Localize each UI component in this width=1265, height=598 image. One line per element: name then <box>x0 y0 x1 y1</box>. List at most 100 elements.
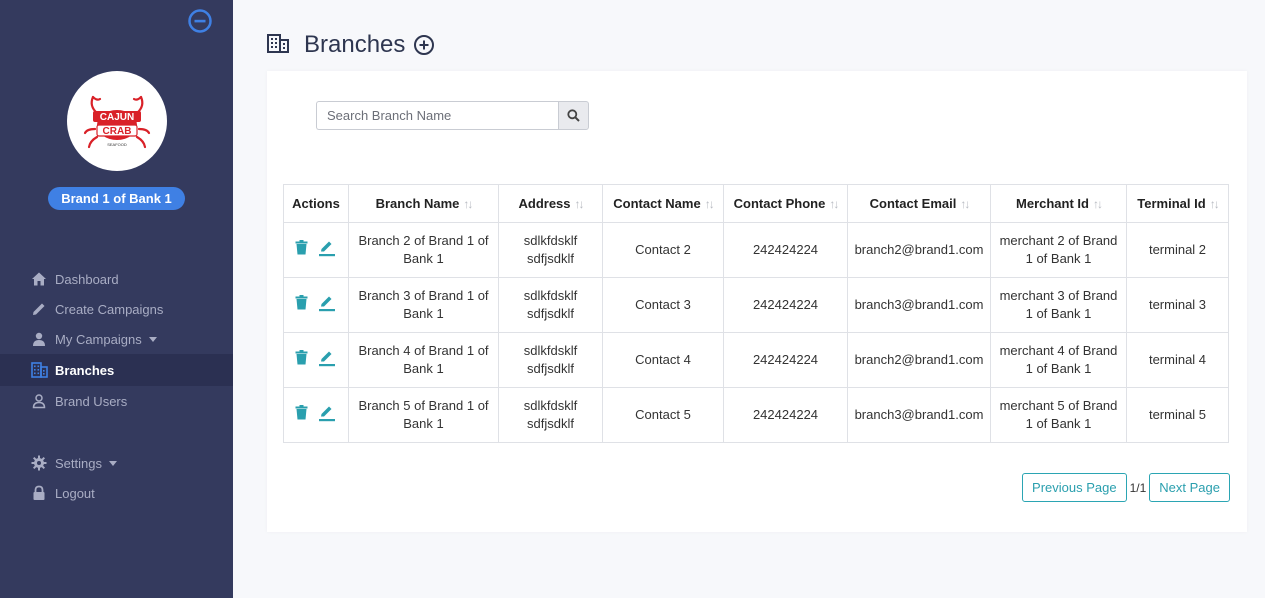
cell-terminal-id: terminal 5 <box>1126 387 1229 443</box>
sort-icon: ↑↓ <box>463 197 473 211</box>
table-row: Branch 5 of Brand 1 of Bank 1 sdlkfdsklf… <box>283 387 1229 443</box>
cell-terminal-id: terminal 4 <box>1126 332 1229 388</box>
cell-contact-name: Contact 3 <box>602 277 724 333</box>
cell-contact-phone: 242424224 <box>723 387 848 443</box>
search-input[interactable] <box>316 101 558 130</box>
cell-branch-name: Branch 3 of Brand 1 of Bank 1 <box>348 277 499 333</box>
row-actions <box>283 277 349 333</box>
row-actions <box>283 222 349 278</box>
nav-label-create-campaigns: Create Campaigns <box>55 301 164 317</box>
logo-text-bottom: CRAB <box>103 126 132 137</box>
edit-button[interactable] <box>318 404 336 427</box>
cell-contact-email: branch2@brand1.com <box>847 222 991 278</box>
edit-icon <box>318 351 335 366</box>
sidebar: CAJUN CRAB SEAFOOD Brand 1 of Bank 1 Das… <box>0 0 233 598</box>
cell-merchant-id: merchant 3 of Brand 1 of Bank 1 <box>990 277 1127 333</box>
page-title: Branches <box>304 31 406 58</box>
plus-circle-icon <box>414 35 435 55</box>
delete-button[interactable] <box>295 350 308 370</box>
row-actions <box>283 387 349 443</box>
logo-text-top: CAJUN <box>100 112 134 123</box>
add-branch-button[interactable] <box>413 34 435 56</box>
col-header-actions: Actions <box>283 184 349 223</box>
building-icon <box>267 33 289 58</box>
trash-icon <box>295 350 308 365</box>
nav-item-branches[interactable]: Branches <box>0 354 233 386</box>
edit-icon <box>318 406 335 421</box>
previous-page-button[interactable]: Previous Page <box>1022 473 1127 502</box>
cell-address: sdlkfdsklf sdfjsdklf <box>498 222 603 278</box>
nav-label-my-campaigns: My Campaigns <box>55 331 142 347</box>
collapse-sidebar-icon[interactable] <box>187 8 213 34</box>
cell-contact-email: branch3@brand1.com <box>847 387 991 443</box>
cell-merchant-id: merchant 4 of Brand 1 of Bank 1 <box>990 332 1127 388</box>
cell-contact-name: Contact 2 <box>602 222 724 278</box>
sort-icon: ↑↓ <box>1092 197 1103 211</box>
col-header-terminal-id[interactable]: Terminal Id ↑↓ <box>1126 184 1229 223</box>
col-header-contact-email[interactable]: Contact Email ↑↓ <box>847 184 991 223</box>
edit-icon <box>318 241 335 256</box>
col-header-merchant-id[interactable]: Merchant Id ↑↓ <box>990 184 1127 223</box>
search-bar <box>316 101 589 130</box>
page-header: Branches <box>267 30 435 60</box>
pencil-icon <box>30 300 48 318</box>
cell-contact-name: Contact 4 <box>602 332 724 388</box>
cell-address: sdlkfdsklf sdfjsdklf <box>498 387 603 443</box>
building-icon <box>30 361 48 379</box>
search-button[interactable] <box>558 101 589 130</box>
col-header-address[interactable]: Address ↑↓ <box>498 184 603 223</box>
col-header-contact-name[interactable]: Contact Name ↑↓ <box>602 184 724 223</box>
cell-merchant-id: merchant 5 of Brand 1 of Bank 1 <box>990 387 1127 443</box>
brand-name-badge: Brand 1 of Bank 1 <box>48 187 185 210</box>
table-header-row: Actions Branch Name ↑↓ Address ↑↓ Contact … <box>283 184 1229 223</box>
nav-label-logout: Logout <box>55 485 95 501</box>
col-header-contact-phone[interactable]: Contact Phone ↑↓ <box>723 184 848 223</box>
logo-tagline: SEAFOOD <box>107 142 127 147</box>
cell-contact-email: branch3@brand1.com <box>847 277 991 333</box>
col-header-branch-name[interactable]: Branch Name ↑↓ <box>348 184 499 223</box>
nav-item-logout[interactable]: Logout <box>0 478 233 508</box>
secondary-nav: Settings Logout <box>0 448 233 508</box>
cell-branch-name: Branch 2 of Brand 1 of Bank 1 <box>348 222 499 278</box>
pagination: Previous Page 1/1 Next Page <box>1022 473 1230 502</box>
cell-address: sdlkfdsklf sdfjsdklf <box>498 332 603 388</box>
nav-item-dashboard[interactable]: Dashboard <box>0 264 233 294</box>
next-page-button[interactable]: Next Page <box>1149 473 1230 502</box>
nav-item-my-campaigns[interactable]: My Campaigns <box>0 324 233 354</box>
edit-button[interactable] <box>318 294 336 317</box>
cell-address: sdlkfdsklf sdfjsdklf <box>498 277 603 333</box>
nav-item-create-campaigns[interactable]: Create Campaigns <box>0 294 233 324</box>
trash-icon <box>295 295 308 310</box>
trash-icon <box>295 240 308 255</box>
nav-item-settings[interactable]: Settings <box>0 448 233 478</box>
delete-button[interactable] <box>295 295 308 315</box>
gear-icon <box>30 454 48 472</box>
cell-contact-email: branch2@brand1.com <box>847 332 991 388</box>
main-nav: Dashboard Create Campaigns My Campaigns … <box>0 264 233 416</box>
table-row: Branch 2 of Brand 1 of Bank 1 sdlkfdsklf… <box>283 222 1229 278</box>
chevron-down-icon <box>108 460 117 466</box>
chevron-down-icon <box>148 336 157 342</box>
cell-terminal-id: terminal 3 <box>1126 277 1229 333</box>
sort-icon: ↑↓ <box>574 197 585 211</box>
delete-button[interactable] <box>295 405 308 425</box>
cell-merchant-id: merchant 2 of Brand 1 of Bank 1 <box>990 222 1127 278</box>
cell-branch-name: Branch 5 of Brand 1 of Bank 1 <box>348 387 499 443</box>
search-icon <box>567 109 580 122</box>
cell-contact-name: Contact 5 <box>602 387 724 443</box>
sort-icon: ↑↓ <box>960 197 970 211</box>
cell-contact-phone: 242424224 <box>723 332 848 388</box>
edit-button[interactable] <box>318 239 336 262</box>
delete-button[interactable] <box>295 240 308 260</box>
edit-button[interactable] <box>318 349 336 372</box>
cell-contact-phone: 242424224 <box>723 222 848 278</box>
cell-terminal-id: terminal 2 <box>1126 222 1229 278</box>
user-outline-icon <box>30 392 48 410</box>
sort-icon: ↑↓ <box>829 197 839 211</box>
nav-item-brand-users[interactable]: Brand Users <box>0 386 233 416</box>
cell-contact-phone: 242424224 <box>723 277 848 333</box>
nav-label-brand-users: Brand Users <box>55 393 128 409</box>
page-indicator: 1/1 <box>1129 480 1147 495</box>
sort-icon: ↑↓ <box>1209 197 1220 211</box>
home-icon <box>30 270 48 288</box>
